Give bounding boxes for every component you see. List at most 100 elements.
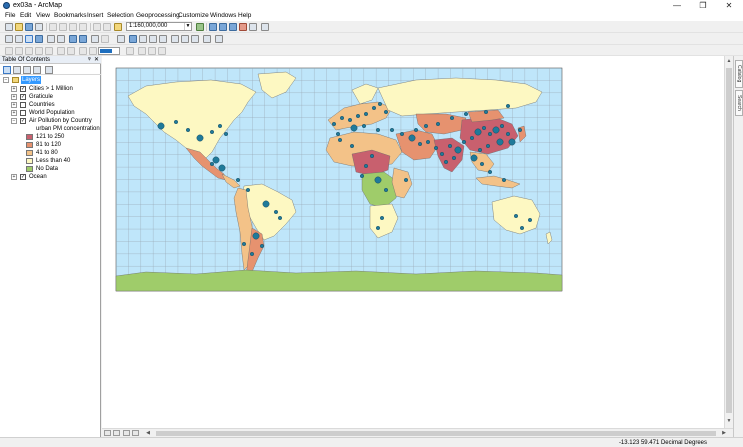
catalog-window-icon[interactable] xyxy=(219,23,227,31)
editor-toolbar-icon[interactable] xyxy=(196,23,204,31)
data-frame-layers[interactable]: − Layers xyxy=(3,76,98,84)
cut-icon[interactable] xyxy=(49,23,57,31)
expand-icon[interactable]: + xyxy=(11,86,17,92)
menu-bookmarks[interactable]: Bookmarks xyxy=(54,12,87,20)
scroll-down-icon[interactable]: ▼ xyxy=(725,418,733,425)
expand-icon[interactable]: + xyxy=(11,94,17,100)
layer-visibility-checkbox[interactable]: ✓ xyxy=(20,94,26,100)
layer-ocean[interactable]: + ✓ Ocean xyxy=(11,173,99,181)
expand-icon[interactable]: + xyxy=(11,174,17,180)
legend-class[interactable]: Less than 40 xyxy=(26,157,98,165)
layer-label[interactable]: Ocean xyxy=(29,173,47,181)
paste-icon[interactable] xyxy=(69,23,77,31)
layout-full-page-icon[interactable] xyxy=(35,47,43,55)
pan-hand-icon[interactable] xyxy=(25,35,33,43)
add-data-icon[interactable] xyxy=(114,23,122,31)
toc-close-icon[interactable]: ✕ xyxy=(94,56,99,64)
close-button[interactable]: ✕ xyxy=(716,0,742,11)
scroll-up-icon[interactable]: ▲ xyxy=(725,58,733,65)
legend-class[interactable]: 41 to 80 xyxy=(26,149,98,157)
layer-visibility-checkbox[interactable] xyxy=(20,110,26,116)
layer-visibility-checkbox[interactable]: ✓ xyxy=(20,174,26,180)
python-window-icon[interactable] xyxy=(249,23,257,31)
maximize-button[interactable]: ❐ xyxy=(690,0,716,11)
pause-drawing-icon[interactable] xyxy=(132,430,139,436)
list-by-visibility-icon[interactable] xyxy=(23,66,31,74)
arctoolbox-icon[interactable] xyxy=(239,23,247,31)
chevron-down-icon[interactable]: ▼ xyxy=(184,23,191,30)
layer-visibility-checkbox[interactable]: ✓ xyxy=(20,118,26,124)
save-icon[interactable] xyxy=(25,23,33,31)
find-binoculars-icon[interactable] xyxy=(171,35,179,43)
menu-selection[interactable]: Selection xyxy=(107,12,134,20)
legend-swatch[interactable] xyxy=(26,134,33,140)
copy-icon[interactable] xyxy=(59,23,67,31)
time-slider-icon[interactable] xyxy=(203,35,211,43)
vertical-scrollbar[interactable]: ▲ ▼ xyxy=(724,56,733,428)
go-forward-icon[interactable] xyxy=(79,35,87,43)
menu-customize[interactable]: Customize xyxy=(178,12,209,20)
select-features-icon[interactable] xyxy=(91,35,99,43)
layer-label[interactable]: World Population xyxy=(29,109,75,117)
layout-view-icon[interactable] xyxy=(113,430,120,436)
zoom-out-icon[interactable] xyxy=(15,35,23,43)
legend-swatch[interactable] xyxy=(26,142,33,148)
toc-options-icon[interactable] xyxy=(45,66,53,74)
layer-visibility-checkbox[interactable]: ✓ xyxy=(20,86,26,92)
map-display[interactable] xyxy=(102,56,724,428)
delete-icon[interactable] xyxy=(79,23,87,31)
layout-zoom-in-icon[interactable] xyxy=(5,47,13,55)
draw-text-icon[interactable] xyxy=(126,47,134,55)
legend-class[interactable]: 81 to 120 xyxy=(26,141,98,149)
map-canvas[interactable] xyxy=(102,56,724,428)
legend-class[interactable]: 121 to 250 xyxy=(26,133,98,141)
layout-zoom-out-icon[interactable] xyxy=(15,47,23,55)
layout-forward-icon[interactable] xyxy=(67,47,75,55)
layer-cities[interactable]: + ✓ Cities > 1 Million xyxy=(11,85,99,93)
expand-icon[interactable]: + xyxy=(11,102,17,108)
layout-pan-icon[interactable] xyxy=(25,47,33,55)
menu-geoprocessing[interactable]: Geoprocessing xyxy=(136,12,180,20)
layout-zoom-percent-icon[interactable] xyxy=(79,47,87,55)
fixed-zoom-out-icon[interactable] xyxy=(57,35,65,43)
layer-graticule[interactable]: + ✓ Graticule xyxy=(11,93,99,101)
fixed-zoom-in-icon[interactable] xyxy=(47,35,55,43)
layer-air-pollution[interactable]: − ✓ Air Pollution by Country xyxy=(11,117,99,125)
menu-edit[interactable]: Edit xyxy=(20,12,31,20)
go-back-icon[interactable] xyxy=(69,35,77,43)
search-window-icon[interactable] xyxy=(229,23,237,31)
layer-visibility-checkbox[interactable] xyxy=(20,102,26,108)
catalog-tab[interactable]: Catalog xyxy=(735,60,743,88)
distribute-icon[interactable] xyxy=(148,47,156,55)
group-icon[interactable] xyxy=(158,47,166,55)
new-document-icon[interactable] xyxy=(5,23,13,31)
list-by-drawing-order-icon[interactable] xyxy=(3,66,11,74)
list-by-source-icon[interactable] xyxy=(13,66,21,74)
menu-view[interactable]: View xyxy=(36,12,50,20)
full-extent-icon[interactable] xyxy=(35,35,43,43)
layer-label[interactable]: Cities > 1 Million xyxy=(29,85,73,93)
legend-swatch[interactable] xyxy=(26,150,33,156)
zoom-in-icon[interactable] xyxy=(5,35,13,43)
menu-help[interactable]: Help xyxy=(238,12,251,20)
print-icon[interactable] xyxy=(35,23,43,31)
create-viewer-icon[interactable] xyxy=(215,35,223,43)
collapse-icon[interactable]: − xyxy=(3,77,9,83)
refresh-icon[interactable] xyxy=(123,430,130,436)
undo-icon[interactable] xyxy=(93,23,101,31)
search-tab[interactable]: Search xyxy=(735,90,743,116)
layout-back-icon[interactable] xyxy=(57,47,65,55)
scroll-left-icon[interactable]: ◀ xyxy=(144,430,152,437)
menu-insert[interactable]: Insert xyxy=(87,12,103,20)
collapse-icon[interactable]: − xyxy=(11,118,17,124)
open-folder-icon[interactable] xyxy=(15,23,23,31)
pin-icon[interactable]: ᵠ xyxy=(88,56,91,64)
vertical-scroll-thumb[interactable] xyxy=(726,68,732,413)
identify-icon[interactable] xyxy=(129,35,137,43)
data-frame-label[interactable]: Layers xyxy=(21,76,42,84)
layer-label[interactable]: Air Pollution by Country xyxy=(29,117,92,125)
layer-world-population[interactable]: + World Population xyxy=(11,109,99,117)
measure-icon[interactable] xyxy=(159,35,167,43)
layer-countries[interactable]: + Countries xyxy=(11,101,99,109)
data-view-icon[interactable] xyxy=(104,430,111,436)
